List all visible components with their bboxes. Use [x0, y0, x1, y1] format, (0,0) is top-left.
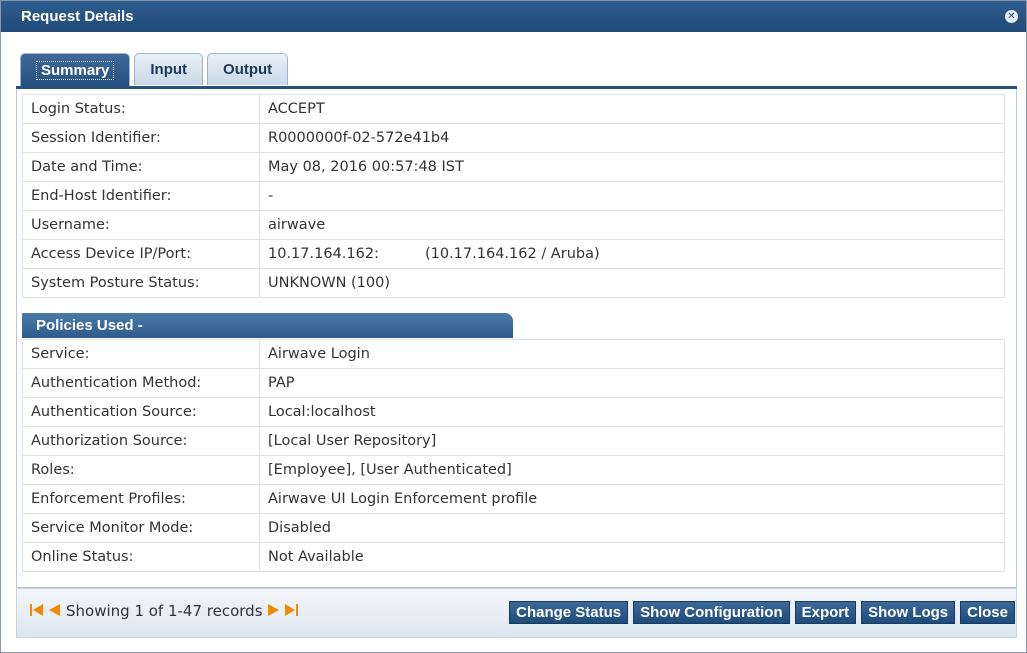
export-button[interactable]: Export	[794, 601, 857, 624]
row-key: Session Identifier:	[22, 123, 260, 153]
row-value: [Local User Repository]	[259, 426, 1005, 456]
table-row: System Posture Status: UNKNOWN (100)	[22, 268, 1005, 298]
table-row: Date and Time: May 08, 2016 00:57:48 IST	[22, 152, 1005, 182]
table-row: Authentication Source: Local:localhost	[22, 397, 1005, 427]
footer-buttons: Change Status Show Configuration Export …	[509, 601, 1015, 624]
table-row: Login Status: ACCEPT	[22, 94, 1005, 124]
row-value: Airwave UI Login Enforcement profile	[259, 484, 1005, 514]
row-value: [Employee], [User Authenticated]	[259, 455, 1005, 485]
title-bar: Request Details ✕	[1, 1, 1026, 32]
row-value: Airwave Login	[259, 339, 1005, 369]
row-value: ACCEPT	[259, 94, 1005, 124]
row-value: UNKNOWN (100)	[259, 268, 1005, 298]
table-row: Online Status: Not Available	[22, 542, 1005, 572]
tab-output-label: Output	[223, 61, 273, 78]
tab-summary-label: Summary	[36, 61, 115, 80]
row-key: Username:	[22, 210, 260, 240]
close-button[interactable]: Close	[960, 601, 1015, 624]
pager-status: Showing 1 of 1-47 records	[66, 602, 263, 620]
ip-port-detail: (10.17.164.162 / Aruba)	[424, 246, 600, 262]
table-row: Access Device IP/Port: 10.17.164.162: (10…	[22, 239, 1005, 269]
row-value: R0000000f-02-572e41b4	[259, 123, 1005, 153]
change-status-button[interactable]: Change Status	[509, 601, 629, 624]
row-value: May 08, 2016 00:57:48 IST	[259, 152, 1005, 182]
row-key: Online Status:	[22, 542, 260, 572]
previous-icon[interactable]	[47, 603, 61, 620]
table-row: Service Monitor Mode: Disabled	[22, 513, 1005, 543]
row-key: Authentication Source:	[22, 397, 260, 427]
row-key: Roles:	[22, 455, 260, 485]
policies-table: Service: Airwave Login Authentication Me…	[22, 339, 1005, 572]
row-value: Disabled	[259, 513, 1005, 543]
row-value: Not Available	[259, 542, 1005, 572]
row-value: 10.17.164.162: (10.17.164.162 / Aruba)	[259, 239, 1005, 269]
row-key: End-Host Identifier:	[22, 181, 260, 211]
row-key: Date and Time:	[22, 152, 260, 182]
first-page-icon[interactable]	[29, 603, 45, 620]
table-row: Username: airwave	[22, 210, 1005, 240]
next-icon[interactable]	[267, 603, 281, 620]
row-value: PAP	[259, 368, 1005, 398]
row-key: System Posture Status:	[22, 268, 260, 298]
pager: Showing 1 of 1-47 records	[29, 602, 301, 620]
table-row: Authorization Source: [Local User Reposi…	[22, 426, 1005, 456]
tab-input-label: Input	[150, 61, 188, 78]
show-logs-button[interactable]: Show Logs	[861, 601, 956, 624]
summary-panel: Login Status: ACCEPT Session Identifier:…	[16, 89, 1017, 588]
dialog-title: Request Details	[21, 8, 134, 25]
row-key: Enforcement Profiles:	[22, 484, 260, 514]
dialog-body: Summary Input Output Login Status: ACCEP…	[16, 48, 1017, 640]
table-row: Authentication Method: PAP	[22, 368, 1005, 398]
show-configuration-button[interactable]: Show Configuration	[633, 601, 790, 624]
summary-table: Login Status: ACCEPT Session Identifier:…	[22, 94, 1005, 298]
row-key: Authentication Method:	[22, 368, 260, 398]
row-key: Service:	[22, 339, 260, 369]
tab-summary[interactable]: Summary	[20, 53, 131, 87]
ip-port-value: 10.17.164.162:	[268, 246, 379, 262]
row-key: Authorization Source:	[22, 426, 260, 456]
row-value: Local:localhost	[259, 397, 1005, 427]
table-row: Roles: [Employee], [User Authenticated]	[22, 455, 1005, 485]
tab-bar: Summary Input Output	[20, 53, 289, 87]
dialog-footer: Showing 1 of 1-47 records Change Status …	[16, 588, 1017, 638]
row-value: airwave	[259, 210, 1005, 240]
row-key: Service Monitor Mode:	[22, 513, 260, 543]
tab-output[interactable]: Output	[207, 53, 289, 85]
row-value: -	[259, 181, 1005, 211]
table-row: End-Host Identifier: -	[22, 181, 1005, 211]
table-row: Session Identifier: R0000000f-02-572e41b…	[22, 123, 1005, 153]
request-details-dialog: Request Details ✕ Summary Input Output L…	[0, 0, 1027, 653]
row-key: Login Status:	[22, 94, 260, 124]
policies-section-header[interactable]: Policies Used -	[22, 313, 513, 338]
tab-input[interactable]: Input	[134, 53, 204, 85]
table-row: Enforcement Profiles: Airwave UI Login E…	[22, 484, 1005, 514]
row-key: Access Device IP/Port:	[22, 239, 260, 269]
last-page-icon[interactable]	[283, 603, 299, 620]
close-icon[interactable]: ✕	[1005, 10, 1018, 23]
table-row: Service: Airwave Login	[22, 339, 1005, 369]
